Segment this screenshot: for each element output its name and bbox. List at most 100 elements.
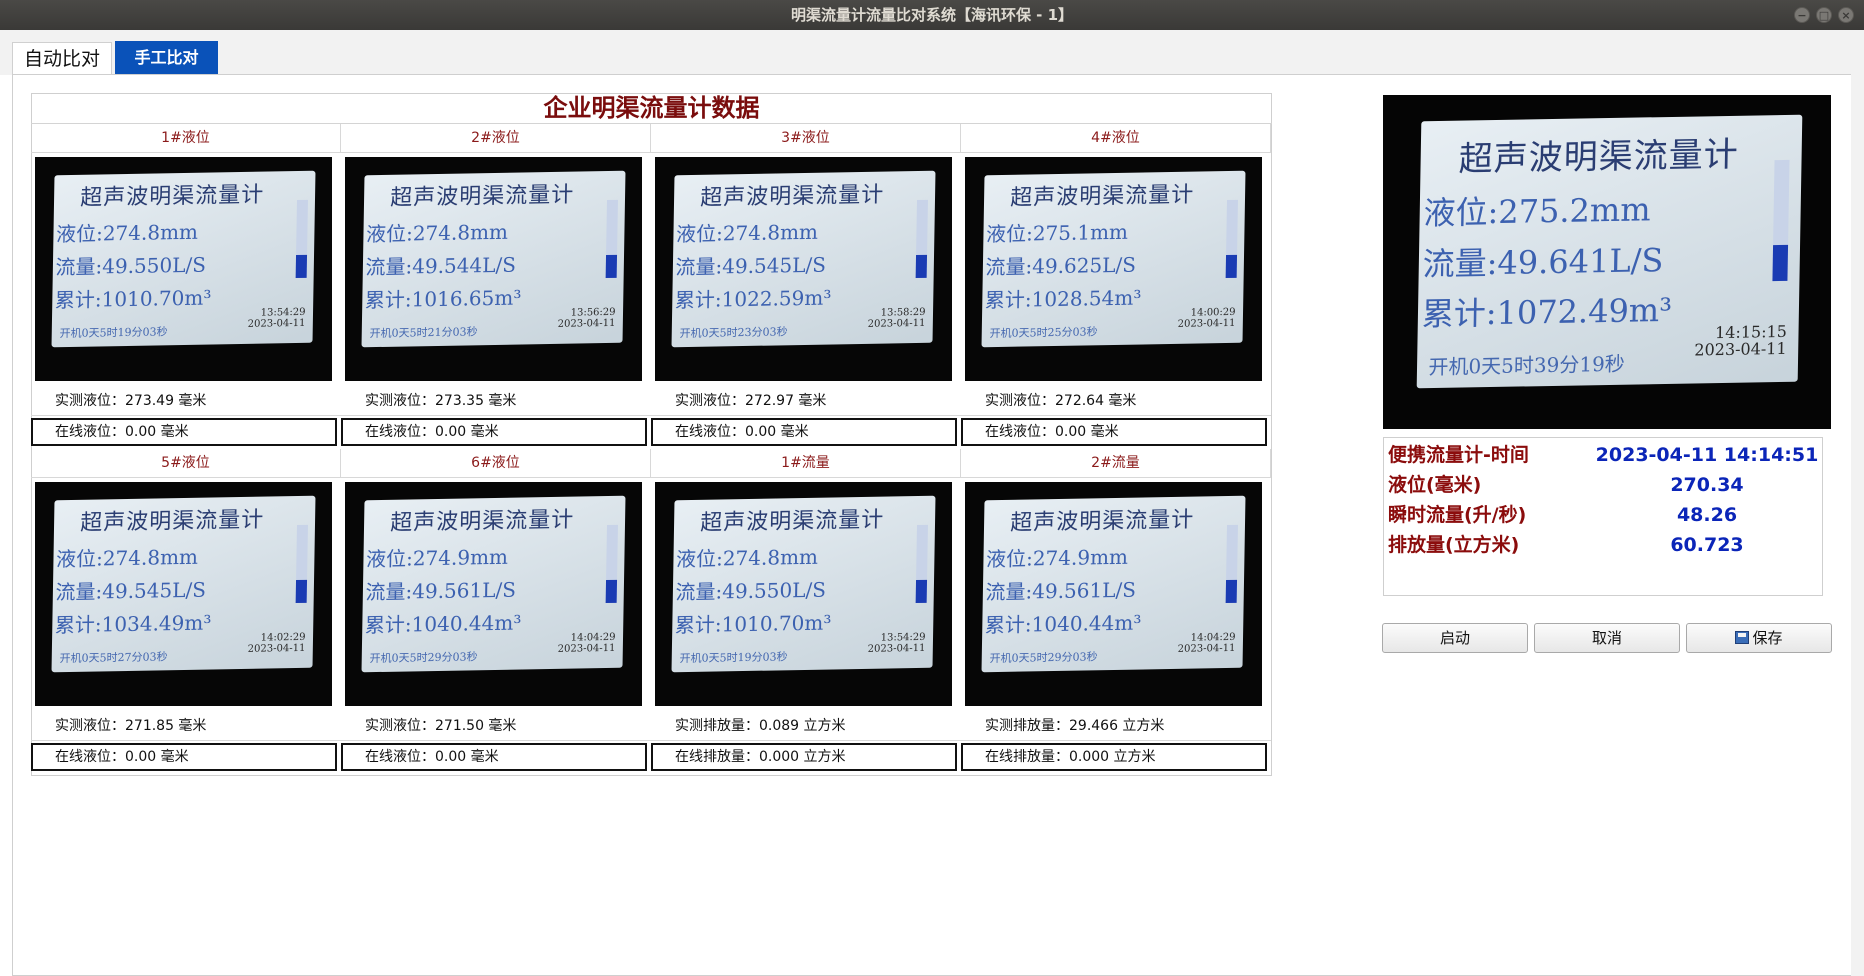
grid-title: 企业明渠流量计数据 [31,93,1272,124]
meter-level: 液位:274.8mm [675,219,819,247]
meter-title: 超声波明渠流量计 [79,507,265,536]
live-camera-preview: 超声波明渠流量计 液位:275.2mm 流量:49.641L/S 累计:1072… [1383,95,1831,429]
meter-photo[interactable]: 超声波明渠流量计 液位:274.8mm 流量:49.545L/S 累计:1034.49… [35,482,332,706]
measured-value: 实测液位：272.64 毫米 [961,386,1271,416]
meter-cell: 1#液位 超声波明渠流量计 液位:274.8mm 流量:49.550L/S 累计:101… [31,124,341,449]
meter-level: 液位:274.8mm [55,219,199,247]
measured-value: 实测液位：272.97 毫米 [651,386,961,416]
window-title: 明渠流量计流量比对系统【海讯环保 - 1】 [790,6,1074,24]
meter-flow: 流量:49.544L/S [365,252,516,279]
meter-total: 累计:1010.70m³ [674,609,832,637]
measured-value: 实测排放量：0.089 立方米 [651,711,961,741]
scrollbar[interactable] [1851,74,1864,976]
meter-uptime: 开机0天5时23分03秒 [679,324,788,340]
meter-total: 累计:1010.70m³ [54,284,212,312]
meter-uptime: 开机0天5时19分03秒 [59,324,168,340]
maximize-icon[interactable]: □ [1816,7,1832,23]
meter-time: 13:58:29 [880,306,926,319]
tab-bar: 自动比对 手工比对 [0,30,1864,75]
meter-display: 超声波明渠流量计 液位:274.9mm 流量:49.561L/S 累计:1040.44… [361,495,626,673]
meter-clock: 14:04:29 2023-04-11 [557,632,615,655]
online-value: 在线液位：0.00 毫米 [31,418,337,446]
meter-photo[interactable]: 超声波明渠流量计 液位:274.8mm 流量:49.550L/S 累计:1010.70… [35,157,332,381]
meter-time: 14:04:29 [570,631,616,644]
meter-level: 液位:274.8mm [55,544,199,572]
tab-manual-compare[interactable]: 手工比对 [115,41,218,75]
cancel-button[interactable]: 取消 [1534,623,1680,653]
meter-uptime: 开机0天5时29分03秒 [989,649,1098,665]
meter-total: 累计:1072.49m³ [1421,291,1673,334]
level-bar [1225,524,1238,603]
measured-value: 实测液位：273.35 毫米 [341,386,651,416]
level-bar [1225,199,1238,278]
tab-auto-compare[interactable]: 自动比对 [12,42,112,75]
cell-label: 1#液位 [31,124,341,153]
online-value: 在线液位：0.00 毫米 [961,418,1267,446]
meter-display: 超声波明渠流量计 液位:274.8mm 流量:49.550L/S 累计:1010.70… [671,495,936,673]
meter-flow: 流量:49.561L/S [985,577,1136,604]
meter-total: 累计:1040.44m³ [364,609,522,637]
online-value: 在线液位：0.00 毫米 [31,743,337,771]
info-value: 48.26 [1676,504,1738,526]
meter-date: 2023-04-11 [247,317,306,330]
portable-meter-info: 便携流量计-时间 2023-04-11 14:14:51 液位(毫米) 270.… [1383,437,1823,596]
meter-cell: 3#液位超声波明渠流量计液位:274.8mm 流量:49.545L/S 累计:102… [651,124,961,449]
meter-clock: 13:56:29 2023-04-11 [557,307,615,330]
meter-cell: 5#液位 超声波明渠流量计 液位:274.8mm 流量:49.545L/S 累计:103… [31,449,341,774]
meter-title: 超声波明渠流量计 [1009,507,1195,536]
meter-photo[interactable]: 超声波明渠流量计 液位:274.9mm 流量:49.561L/S 累计:1040.44… [965,482,1262,706]
meter-date: 2023-04-11 [867,317,926,330]
meter-flow: 流量:49.550L/S [675,577,826,604]
meter-uptime: 开机0天5时27分03秒 [59,649,168,665]
info-value: 2023-04-11 14:14:51 [1595,444,1819,466]
meter-total: 累计:1040.44m³ [984,609,1142,637]
save-label: 保存 [1752,629,1783,647]
minimize-icon[interactable]: − [1794,7,1810,23]
info-value: 270.34 [1670,474,1744,496]
meter-photo[interactable]: 超声波明渠流量计 液位:274.8mm 流量:49.544L/S 累计:1016.65… [345,157,642,381]
meter-title: 超声波明渠流量计 [699,182,885,211]
meter-level: 液位:274.9mm [365,544,509,572]
meter-date: 2023-04-11 [1177,642,1236,655]
save-button[interactable]: 保存 [1686,623,1832,653]
meter-photo[interactable]: 超声波明渠流量计液位:274.8mm 流量:49.545L/S 累计:1022.59… [655,157,952,381]
meter-photo[interactable]: 超声波明渠流量计 液位:274.8mm 流量:49.550L/S 累计:1010.70… [655,482,952,706]
measured-value: 实测排放量：29.466 立方米 [961,711,1271,741]
meter-title: 超声波明渠流量计 [79,182,265,211]
online-value: 在线液位：0.00 毫米 [341,418,647,446]
close-icon[interactable]: × [1838,7,1854,23]
meter-title: 超声波明渠流量计 [389,182,575,211]
meter-title: 超声波明渠流量计 [1009,182,1195,211]
meter-time: 13:56:29 [570,306,616,319]
cell-label: 4#液位 [961,124,1271,153]
cell-label: 2#流量 [961,449,1271,478]
meter-clock: 13:58:29 2023-04-11 [867,307,925,330]
info-label: 排放量(立方米) [1388,534,1520,556]
meter-photo[interactable]: 超声波明渠流量计 液位:274.9mm 流量:49.561L/S 累计:1040.44… [345,482,642,706]
level-bar [915,199,928,278]
meter-photo[interactable]: 超声波明渠流量计 液位:275.1mm 流量:49.625L/S 累计:1028.54… [965,157,1262,381]
meter-date: 2023-04-11 [867,642,926,655]
window-titlebar: 明渠流量计流量比对系统【海讯环保 - 1】 − □ × [0,0,1864,30]
start-button[interactable]: 启动 [1382,623,1528,653]
cell-label: 3#液位 [651,124,961,153]
meter-display: 超声波明渠流量计液位:274.8mm 流量:49.545L/S 累计:1022.59… [671,170,936,348]
meter-display: 超声波明渠流量计 液位:274.8mm 流量:49.544L/S 累计:1016.65… [361,170,626,348]
online-value: 在线排放量：0.000 立方米 [961,743,1267,771]
meter-total: 累计:1016.65m³ [364,284,522,312]
meter-level: 液位:274.8mm [675,544,819,572]
meter-flow: 流量:49.545L/S [675,252,826,279]
meter-cell: 2#流量超声波明渠流量计 液位:274.9mm 流量:49.561L/S 累计:104… [961,449,1271,774]
level-bar [295,199,308,278]
meter-time: 13:54:29 [260,306,306,319]
meter-flow: 流量:49.561L/S [365,577,516,604]
meter-time: 14:02:29 [260,631,306,644]
cell-label: 2#液位 [341,124,651,153]
info-label: 瞬时流量(升/秒) [1388,504,1527,526]
online-value: 在线液位：0.00 毫米 [341,743,647,771]
meter-title: 超声波明渠流量计 [1458,134,1739,180]
meter-total: 累计:1034.49m³ [54,609,212,637]
meter-total: 累计:1022.59m³ [674,284,832,312]
meter-total: 累计:1028.54m³ [984,284,1142,312]
meter-uptime: 开机0天5时25分03秒 [989,324,1098,340]
